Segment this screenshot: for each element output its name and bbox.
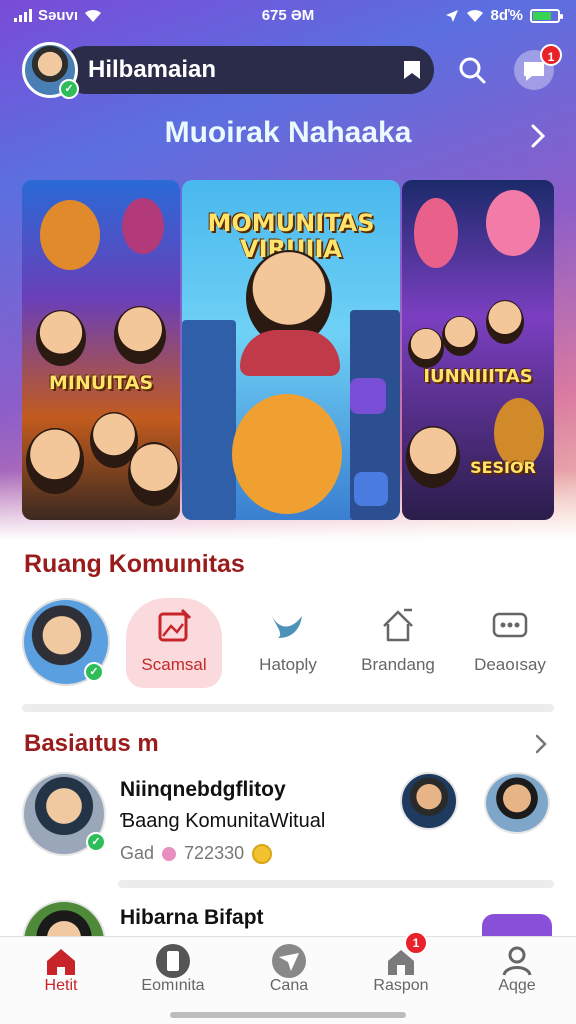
nav-explore[interactable]: Cana xyxy=(234,937,344,1007)
person-image xyxy=(406,426,460,488)
house-arrow-icon xyxy=(383,608,413,642)
nav-responses[interactable]: 1 Raspon xyxy=(346,931,456,1007)
card-label: SESIOR xyxy=(470,458,536,477)
location-icon xyxy=(445,9,458,22)
verified-check-icon: ✓ xyxy=(86,832,106,852)
featured-card[interactable]: MOMUNITAS VIRUIIA xyxy=(182,180,400,520)
featured-card[interactable]: IUNNIIITAS SESIOR xyxy=(402,180,554,520)
image-edit-icon xyxy=(158,608,192,642)
mascot-image xyxy=(232,394,342,514)
shortcut-label: Scamsal xyxy=(141,655,207,674)
nav-profile[interactable]: Aqge xyxy=(462,937,572,1007)
nav-label: Eomınita xyxy=(141,977,205,994)
phone-icon xyxy=(156,944,190,978)
shortcut-scamsal[interactable]: Scamsal xyxy=(126,598,222,688)
shortcut-deaoisay[interactable]: Deaoısay xyxy=(462,598,558,688)
feed-row-title: Hibarna Bifapt xyxy=(120,906,264,929)
featured-carousel: MINUITAS MOMUNITAS VIRUIIA IUNNIIITAS SE… xyxy=(22,180,554,520)
nav-label: Cana xyxy=(269,977,309,994)
card-label: IUNNIIITAS xyxy=(423,366,533,387)
compass-icon xyxy=(272,944,306,978)
top-bar: Hilbamaian ✓ 1 xyxy=(22,42,562,99)
person-image xyxy=(486,300,524,344)
nav-label: Raspon xyxy=(373,977,429,994)
member-avatar[interactable] xyxy=(400,772,458,830)
mascot-image xyxy=(414,198,458,268)
card-label: MINUITAS xyxy=(48,372,154,394)
battery-percent: 8ď% xyxy=(490,7,523,24)
person-image xyxy=(442,316,478,356)
shortcut-label: Deaoısay xyxy=(474,655,546,674)
mascot-image xyxy=(40,200,100,270)
nav-community[interactable]: Eomınita xyxy=(118,937,228,1007)
section-title: Basiaıtus m xyxy=(24,730,159,757)
shortcut-brandang[interactable]: Brandang xyxy=(350,598,446,688)
chevron-right-icon[interactable] xyxy=(534,733,548,755)
verified-check-icon: ✓ xyxy=(59,79,79,99)
community-shortcuts: ✓ Scamsal Hatoply Brandang Deaoısay xyxy=(22,598,554,688)
notification-badge: 1 xyxy=(540,44,562,66)
featured-card[interactable]: MINUITAS xyxy=(22,180,180,520)
coin-icon xyxy=(252,843,273,864)
nav-badge: 1 xyxy=(404,931,428,955)
meta-label: Gad xyxy=(120,843,155,863)
battery-icon xyxy=(530,8,563,23)
member-avatar[interactable] xyxy=(484,772,550,834)
person-image xyxy=(114,306,166,364)
bookmark-icon[interactable] xyxy=(402,59,422,81)
home-icon xyxy=(47,949,75,975)
messages-button[interactable]: 1 xyxy=(514,44,562,90)
section-divider xyxy=(22,704,554,712)
feed-row-meta: Gad 722330 xyxy=(120,843,273,864)
row-divider xyxy=(118,880,554,888)
section-title: Ruang Komuınitas xyxy=(24,550,245,578)
feed-row-title: Niinqnebdgflitoy xyxy=(120,778,286,801)
heart-icon xyxy=(162,846,177,861)
bird-icon xyxy=(272,616,302,638)
mascot-image xyxy=(122,198,164,254)
mascot-image xyxy=(486,190,540,256)
shortcut-label: Hatoply xyxy=(259,655,317,674)
person-image xyxy=(36,310,86,366)
nav-home[interactable]: Hetit xyxy=(6,937,116,1007)
game-icon-image xyxy=(354,472,388,506)
verified-check-icon: ✓ xyxy=(84,662,104,682)
person-icon xyxy=(502,946,532,976)
search-text: Hilbamaian xyxy=(88,56,217,83)
search-icon[interactable] xyxy=(458,56,486,84)
feed-avatar[interactable]: ✓ xyxy=(22,772,106,856)
bottom-navigation: Hetit Eomınita Cana 1 Raspon Aqge xyxy=(0,931,576,1024)
person-image xyxy=(128,442,180,506)
nav-label: Aqge xyxy=(498,977,536,994)
person-image xyxy=(26,428,84,494)
home-indicator[interactable] xyxy=(170,1012,406,1018)
shortcut-label: Brandang xyxy=(361,655,435,674)
community-avatar[interactable]: ✓ xyxy=(22,598,110,686)
chat-dots-icon xyxy=(492,612,528,638)
meta-count: 722330 xyxy=(184,843,245,863)
profile-avatar[interactable]: ✓ xyxy=(22,42,79,99)
feed-row-subtitle: Ɓaang KomunitaWitual xyxy=(120,810,326,832)
search-bar[interactable]: Hilbamaian xyxy=(62,46,434,94)
city-skyline-image xyxy=(182,320,236,520)
shortcut-hatoply[interactable]: Hatoply xyxy=(240,598,336,688)
game-icon-image xyxy=(350,378,386,414)
shirt-image xyxy=(240,330,340,376)
status-bar: Sǝuvı 675 ƏM 8ď% xyxy=(0,0,576,34)
nav-label: Hetit xyxy=(44,977,78,994)
wifi-icon xyxy=(466,9,483,22)
hero-title: Muoirak Nahaaka xyxy=(164,116,412,149)
chevron-right-icon[interactable] xyxy=(528,122,548,150)
person-image xyxy=(408,328,444,368)
